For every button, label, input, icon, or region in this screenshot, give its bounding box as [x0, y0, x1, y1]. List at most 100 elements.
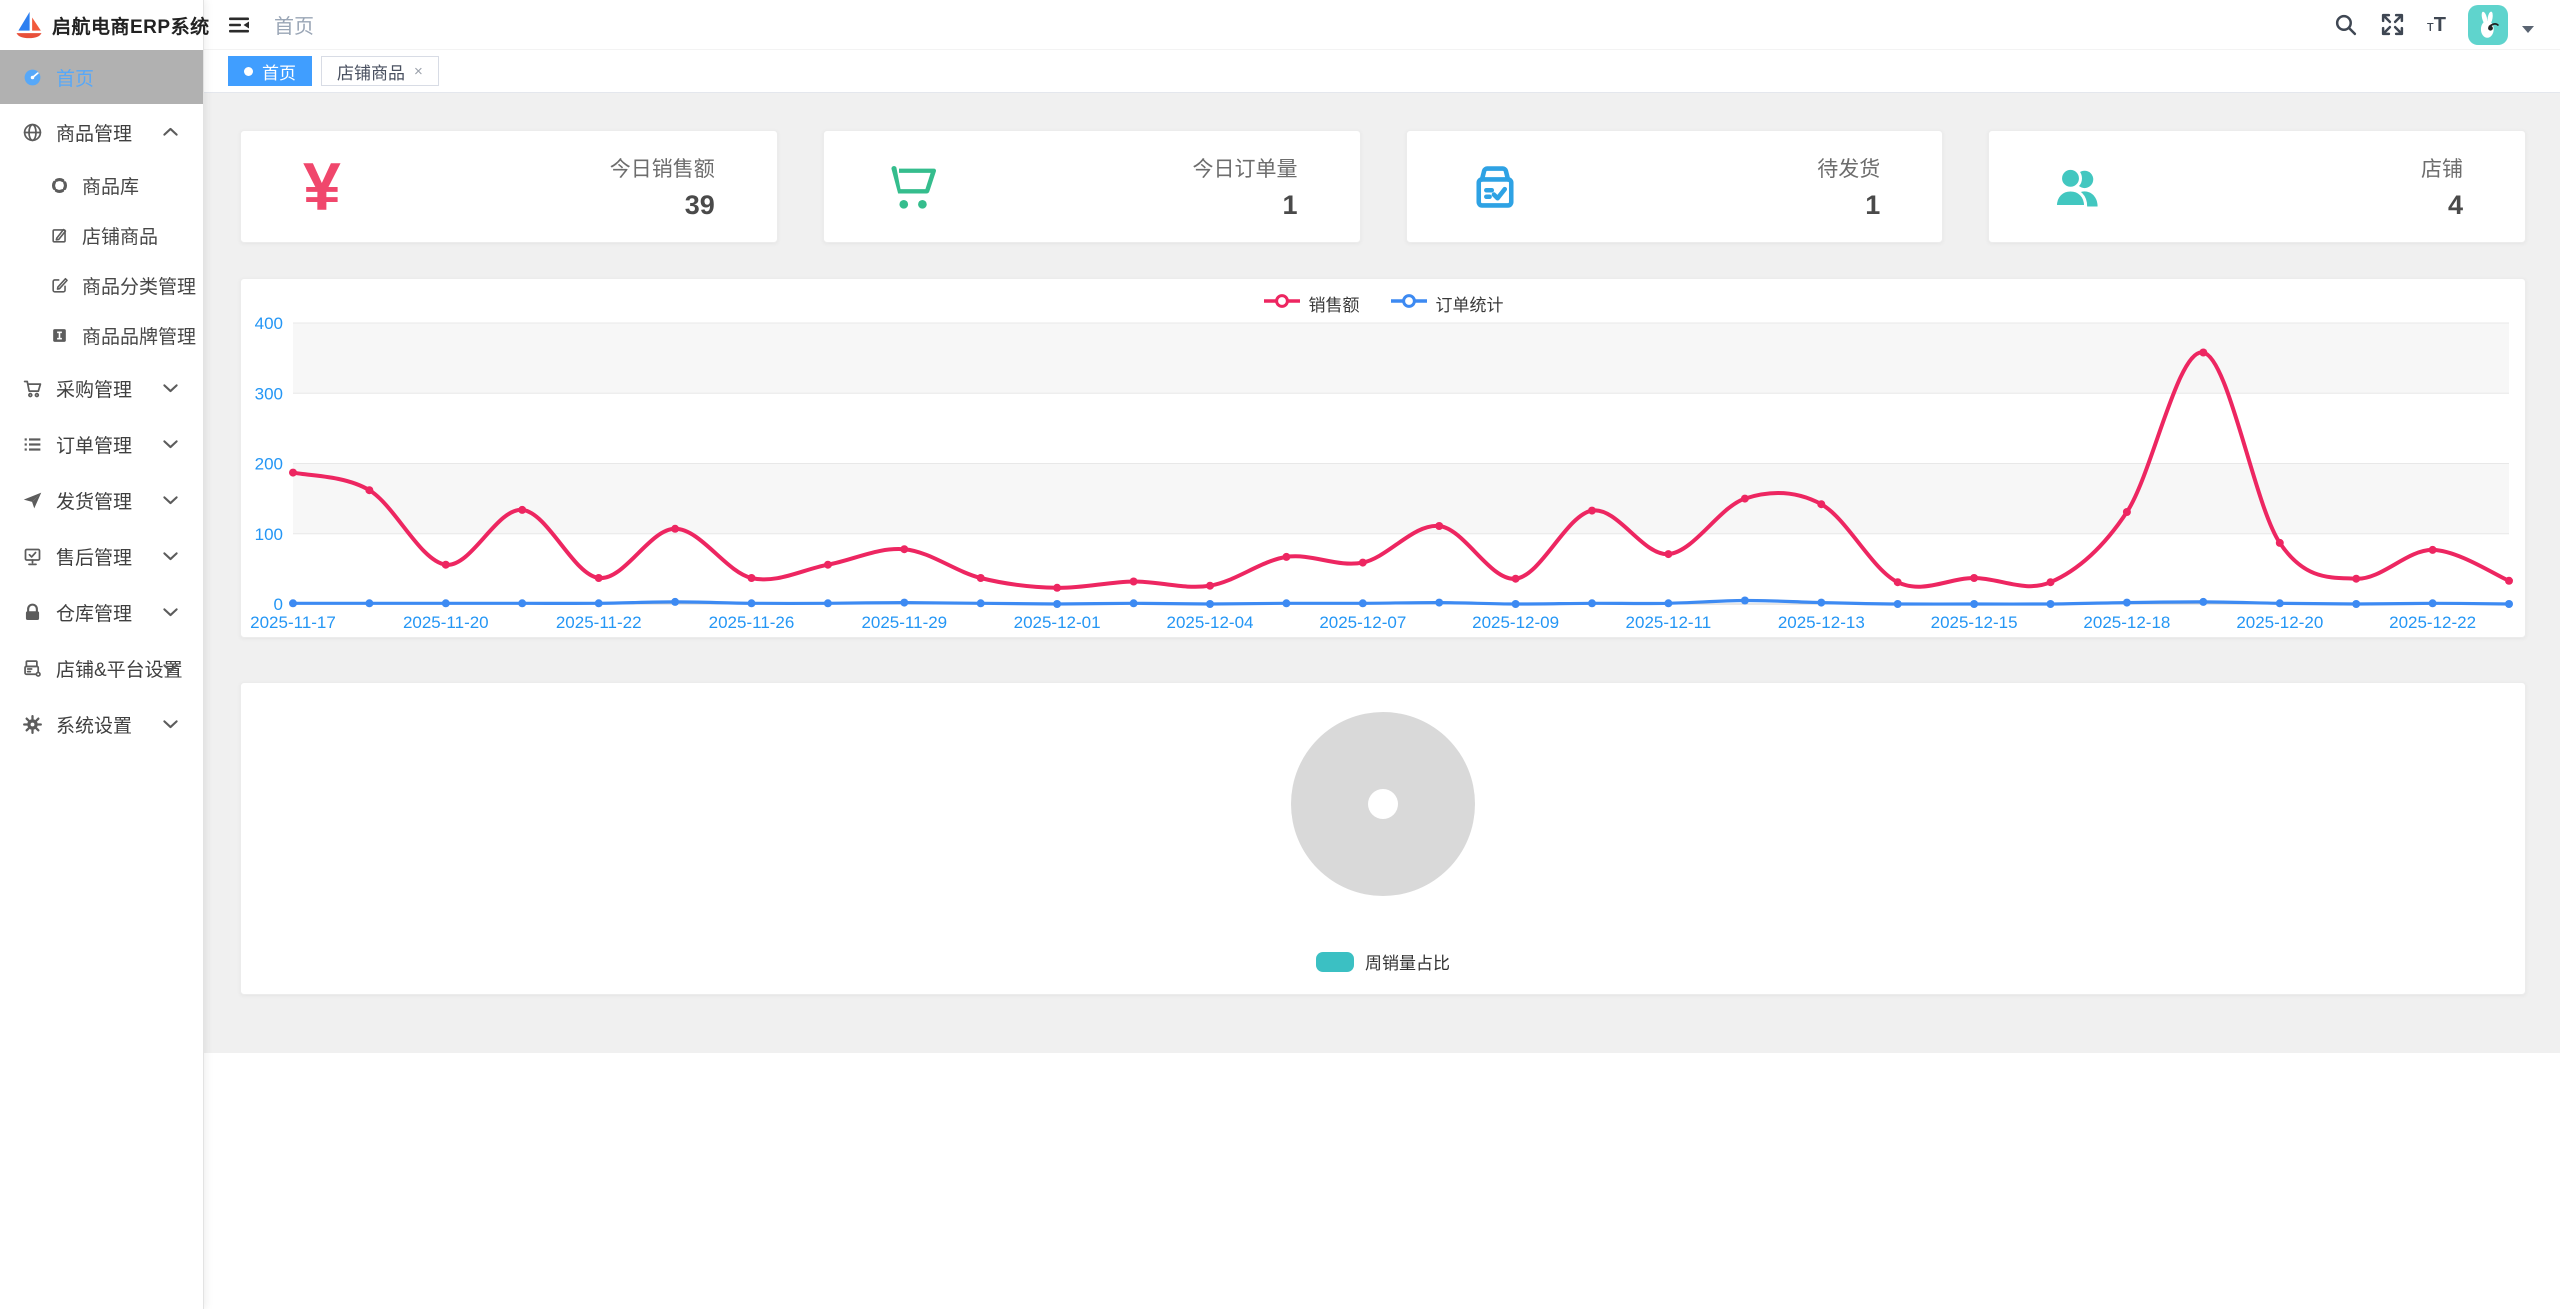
chevron-down-icon	[160, 714, 181, 735]
erp-dashboard: 启航电商ERP系统 首页商品管理商品库店铺商品商品分类管理商品品牌管理采购管理订…	[0, 0, 2560, 1309]
stat-card: 待发货1	[1406, 130, 1944, 243]
app-title: 启航电商ERP系统	[52, 12, 210, 39]
stat-card-value: 4	[2421, 190, 2463, 221]
svg-text:2025-11-20: 2025-11-20	[403, 613, 489, 632]
svg-text:0: 0	[274, 595, 283, 614]
collapse-menu-icon[interactable]	[226, 13, 252, 37]
stat-card-label: 今日销售额	[610, 153, 715, 183]
stat-cards-row: ¥今日销售额39今日订单量1待发货1店铺4	[240, 130, 2526, 243]
stat-card: 店铺 4	[1988, 130, 2526, 243]
platform-icon	[22, 658, 43, 679]
tab-label: 店铺商品	[337, 59, 405, 84]
gear-icon	[22, 714, 43, 735]
sidebar-subitem[interactable]: 商品品牌管理	[0, 310, 203, 360]
sidebar-item-label: 系统设置	[56, 711, 132, 738]
legend-line-marker-icon	[1390, 293, 1428, 314]
tab-inactive[interactable]: 店铺商品 ×	[321, 56, 439, 86]
brand-icon	[50, 326, 69, 345]
font-size-icon[interactable]: тT	[2427, 15, 2446, 35]
edit-square-icon	[50, 276, 69, 295]
sidebar: 启航电商ERP系统 首页商品管理商品库店铺商品商品分类管理商品品牌管理采购管理订…	[0, 0, 204, 1309]
sidebar-menu: 首页商品管理商品库店铺商品商品分类管理商品品牌管理采购管理订单管理发货管理售后管…	[0, 50, 203, 752]
legend-item[interactable]: 销售额	[1263, 291, 1360, 316]
globe-icon	[22, 122, 43, 143]
stat-card: ¥ 今日销售额 39	[240, 130, 778, 243]
avatar[interactable]	[2468, 5, 2508, 45]
chevron-down-icon	[160, 378, 181, 399]
send-icon	[22, 490, 43, 511]
svg-text:2025-11-29: 2025-11-29	[861, 613, 947, 632]
sales-line-chart: 01002003004002025-11-172025-11-202025-11…	[241, 279, 2525, 637]
pie-chart-legend: 周销量占比	[241, 949, 2525, 974]
sales-line-chart-panel: 销售额订单统计 01002003004002025-11-172025-11-2…	[240, 278, 2526, 638]
chevron-down-icon	[160, 546, 181, 567]
weekly-sales-pie-panel: 周销量占比	[240, 682, 2526, 995]
sidebar-item[interactable]: 首页	[0, 50, 203, 104]
svg-text:2025-11-22: 2025-11-22	[556, 613, 642, 632]
breadcrumb[interactable]: 首页	[274, 10, 314, 39]
svg-text:200: 200	[255, 455, 283, 474]
svg-text:2025-12-11: 2025-12-11	[1626, 613, 1712, 632]
stat-card-label: 今日订单量	[1193, 153, 1298, 183]
svg-text:2025-12-15: 2025-12-15	[1931, 613, 2018, 632]
chevron-down-icon	[160, 434, 181, 455]
sailboat-logo-icon	[14, 10, 44, 40]
sidebar-item[interactable]: 店铺&平台设置	[0, 640, 203, 696]
search-icon[interactable]	[2333, 12, 2358, 37]
sidebar-subitem[interactable]: 商品分类管理	[0, 260, 203, 310]
active-tab-dot	[244, 67, 253, 76]
sidebar-item[interactable]: 仓库管理	[0, 584, 203, 640]
chevron-down-icon	[160, 658, 181, 679]
cart-fill-icon	[886, 161, 938, 213]
box-check-icon	[1469, 161, 1521, 213]
sidebar-item[interactable]: 订单管理	[0, 416, 203, 472]
tab-bar: 首页店铺商品 ×	[204, 50, 2560, 93]
top-header: 首页 тT	[204, 0, 2560, 50]
stat-card-value: 39	[610, 190, 715, 221]
sidebar-item-label: 发货管理	[56, 487, 132, 514]
fullscreen-icon[interactable]	[2380, 12, 2405, 37]
legend-item[interactable]: 周销量占比	[1316, 949, 1450, 974]
svg-text:2025-11-26: 2025-11-26	[709, 613, 795, 632]
stat-card-value: 1	[1193, 190, 1298, 221]
sidebar-subitem-label: 商品分类管理	[82, 272, 196, 299]
svg-text:2025-12-13: 2025-12-13	[1778, 613, 1865, 632]
users-icon	[2051, 161, 2103, 213]
tab-active[interactable]: 首页	[228, 56, 312, 86]
sidebar-item[interactable]: 采购管理	[0, 360, 203, 416]
svg-text:100: 100	[255, 525, 283, 544]
chevron-down-icon	[160, 602, 181, 623]
sidebar-subitem-label: 店铺商品	[82, 222, 158, 249]
sidebar-item-label: 售后管理	[56, 543, 132, 570]
sidebar-item[interactable]: 商品管理	[0, 104, 203, 160]
svg-text:300: 300	[255, 384, 283, 403]
sidebar-subitem[interactable]: 商品库	[0, 160, 203, 210]
sidebar-subitem-label: 商品品牌管理	[82, 322, 196, 349]
sidebar-subitem-label: 商品库	[82, 172, 139, 199]
sidebar-item[interactable]: 售后管理	[0, 528, 203, 584]
sidebar-item[interactable]: 系统设置	[0, 696, 203, 752]
sidebar-subitem[interactable]: 店铺商品	[0, 210, 203, 260]
svg-text:2025-12-04: 2025-12-04	[1167, 613, 1254, 632]
yen-icon: ¥	[303, 153, 341, 221]
stat-card-value: 1	[1817, 190, 1880, 221]
stat-card-label: 店铺	[2421, 153, 2463, 183]
aftersale-icon	[22, 546, 43, 567]
target-icon	[50, 176, 69, 195]
caret-down-icon[interactable]	[2522, 26, 2534, 33]
tab-close-icon[interactable]: ×	[414, 64, 423, 79]
legend-line-marker-icon	[1263, 293, 1301, 314]
sidebar-item[interactable]: 发货管理	[0, 472, 203, 528]
header-actions: тT	[2333, 5, 2560, 45]
logo[interactable]: 启航电商ERP系统	[0, 0, 203, 50]
sidebar-item-label: 商品管理	[56, 119, 132, 146]
sidebar-item-label: 首页	[56, 64, 94, 91]
sidebar-item-label: 采购管理	[56, 375, 132, 402]
legend-label: 销售额	[1309, 291, 1360, 316]
stat-card: 今日订单量 1	[823, 130, 1361, 243]
legend-swatch-icon	[1316, 952, 1354, 972]
list-icon	[22, 434, 43, 455]
svg-text:2025-11-17: 2025-11-17	[250, 613, 336, 632]
legend-item[interactable]: 订单统计	[1390, 291, 1504, 316]
svg-text:2025-12-09: 2025-12-09	[1472, 613, 1559, 632]
